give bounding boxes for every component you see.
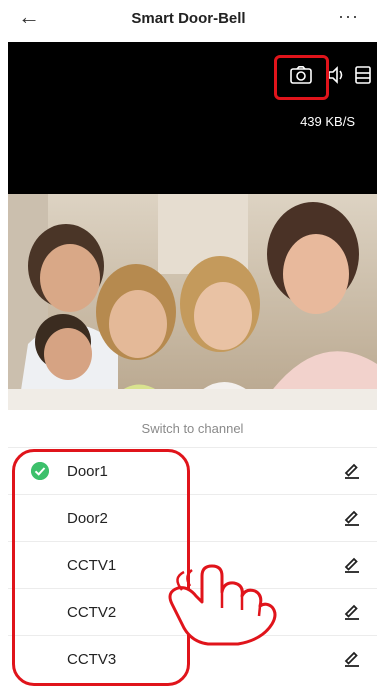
channel-label: CCTV1 — [67, 557, 117, 574]
channel-label: Door2 — [67, 510, 108, 527]
more-options-icon[interactable]: ··· — [338, 6, 359, 27]
top-bar: ← Smart Door-Bell ··· — [0, 0, 377, 38]
check-circle-icon — [31, 462, 49, 480]
pencil-icon[interactable] — [343, 508, 361, 526]
family-photo-illustration — [8, 194, 377, 410]
channel-row-cctv2[interactable]: CCTV2 — [8, 589, 377, 636]
channel-row-door1[interactable]: Door1 — [8, 448, 377, 495]
sheet-header: Switch to channel — [8, 410, 377, 448]
channel-switch-sheet: Switch to channel Door1 Door2 CCTV1 CCTV… — [8, 410, 377, 688]
video-feed-image — [8, 194, 377, 410]
snapshot-highlight-annotation — [274, 55, 329, 100]
channel-row-cctv1[interactable]: CCTV1 — [8, 542, 377, 589]
pencil-icon[interactable] — [343, 461, 361, 479]
channel-label: Door1 — [67, 463, 108, 480]
pencil-icon[interactable] — [343, 602, 361, 620]
channel-row-cctv3[interactable]: CCTV3 — [8, 636, 377, 683]
channel-label: CCTV2 — [67, 604, 117, 621]
pencil-icon[interactable] — [343, 555, 361, 573]
layout-icon[interactable] — [355, 66, 371, 84]
channel-row-door2[interactable]: Door2 — [8, 495, 377, 542]
pencil-icon[interactable] — [343, 649, 361, 667]
page-title: Smart Door-Bell — [131, 10, 246, 27]
speaker-icon[interactable] — [327, 66, 345, 84]
channel-label: CCTV3 — [67, 651, 117, 668]
bitrate-readout: 439 KB/S — [300, 114, 355, 129]
